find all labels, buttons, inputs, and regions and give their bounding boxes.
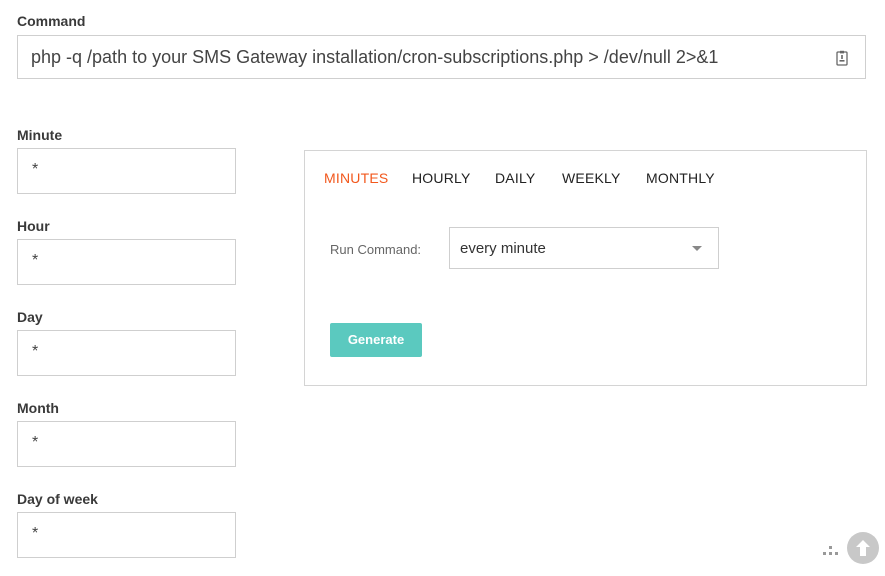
- day-of-week-label: Day of week: [17, 491, 98, 507]
- run-command-label: Run Command:: [330, 242, 422, 257]
- run-command-select[interactable]: every minute: [449, 227, 719, 269]
- hour-label: Hour: [17, 218, 50, 234]
- hour-input[interactable]: *: [17, 239, 236, 285]
- month-label: Month: [17, 400, 59, 416]
- month-value: *: [32, 434, 39, 451]
- arrow-up-icon: [856, 540, 870, 556]
- hour-value: *: [32, 252, 39, 269]
- command-value: php -q /path to your SMS Gateway install…: [31, 47, 719, 67]
- minute-value: *: [32, 161, 39, 178]
- generate-button[interactable]: Generate: [330, 323, 422, 357]
- tab-monthly[interactable]: MONTHLY: [646, 170, 715, 186]
- scroll-top-button[interactable]: [847, 532, 879, 564]
- tab-minutes[interactable]: MINUTES: [324, 170, 388, 186]
- schedule-panel: MINUTES HOURLY DAILY WEEKLY MONTHLY Run …: [304, 150, 867, 386]
- tab-daily[interactable]: DAILY: [495, 170, 535, 186]
- month-input[interactable]: *: [17, 421, 236, 467]
- day-label: Day: [17, 309, 43, 325]
- run-command-value: every minute: [460, 240, 546, 257]
- chevron-down-icon: [692, 246, 702, 251]
- day-of-week-input[interactable]: *: [17, 512, 236, 558]
- tab-weekly[interactable]: WEEKLY: [562, 170, 621, 186]
- dots-grid-icon[interactable]: [823, 543, 839, 561]
- minute-label: Minute: [17, 127, 63, 143]
- command-label: Command: [17, 13, 86, 29]
- day-of-week-value: *: [32, 525, 39, 542]
- day-input[interactable]: *: [17, 330, 236, 376]
- command-input[interactable]: php -q /path to your SMS Gateway install…: [17, 35, 866, 79]
- day-value: *: [32, 343, 39, 360]
- tab-hourly[interactable]: HOURLY: [412, 170, 471, 186]
- clipboard-icon[interactable]: [836, 50, 848, 71]
- minute-input[interactable]: *: [17, 148, 236, 194]
